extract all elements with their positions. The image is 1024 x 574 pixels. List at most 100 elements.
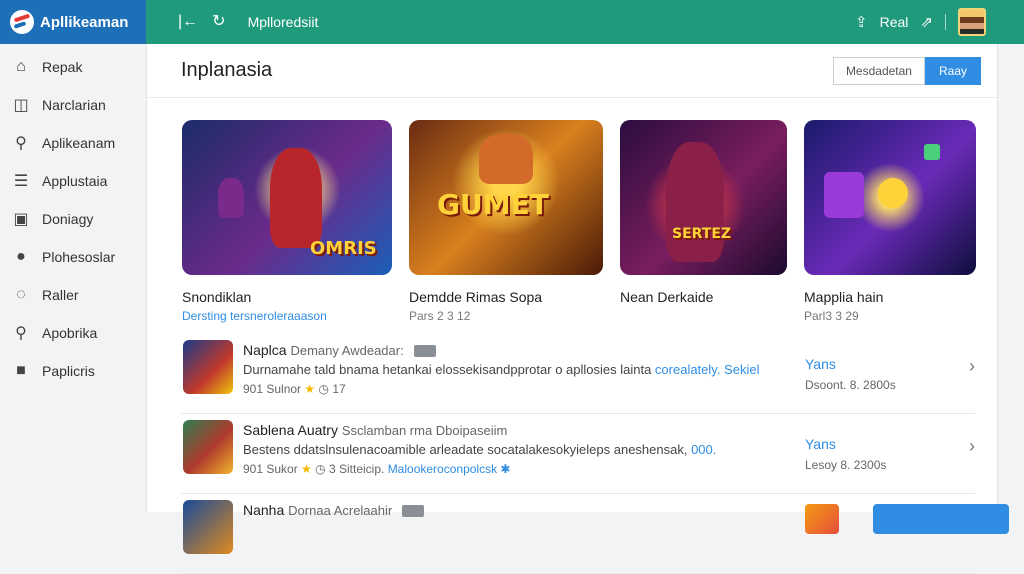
chevron-right-icon[interactable]: › <box>969 436 975 457</box>
secondary-button[interactable]: Mesdadetan <box>832 56 925 85</box>
sidebar-item-label: Raller <box>42 287 79 303</box>
sidebar-item-label: Repak <box>42 59 83 75</box>
featured-card[interactable]: GUMET Demdde Rimas Sopa Pars 2 3 12 <box>409 120 603 323</box>
rating-text: 901 Sukor <box>243 462 298 476</box>
list-item[interactable]: Nanha Dornaa Acrelaahir <box>181 494 1009 574</box>
description-link[interactable]: corealately. Sekiel <box>655 362 760 377</box>
gem-shape <box>878 178 908 208</box>
sidebar-item-label: Apobrika <box>42 325 98 341</box>
sidebar-item-label: Applustaia <box>42 173 108 189</box>
top-right-label[interactable]: Real <box>880 14 909 30</box>
main-header: Inplanasia Mesdadetan Raay <box>147 44 997 98</box>
gem-shape <box>924 144 940 160</box>
app-title: Sablena Auatry <box>243 422 338 438</box>
primary-button[interactable]: Raay <box>924 56 981 85</box>
description-text: Durnamahe tald bnama hetankai elossekisa… <box>243 362 655 377</box>
sidebar-item-7[interactable]: ⚲ Apobrika <box>0 314 146 352</box>
refresh-icon[interactable]: ↻ <box>212 14 225 30</box>
card-art-text: GUMET <box>437 188 549 221</box>
star-icon: ★ <box>304 382 316 396</box>
sidebar-item-6[interactable]: ◌ Raller <box>0 276 146 314</box>
rating-line: 901 Sukor ★ ◷ 3 Sitteicip. Malookeroconp… <box>243 462 510 476</box>
sidebar-item-4[interactable]: ▣ Doniagy <box>0 200 146 238</box>
list-icon: ☰ <box>13 173 29 190</box>
list-item[interactable]: Sablena Auatry Ssclamban rma Dboipaseiim… <box>181 414 975 494</box>
featured-card[interactable]: OMRIS Snondiklan Dersting tersneroleraaa… <box>182 120 392 323</box>
sidebar-item-label: Plohesoslar <box>42 249 116 265</box>
app-name: Apllikeaman <box>40 13 129 31</box>
chevron-right-icon[interactable]: › <box>969 356 975 377</box>
tag-badge <box>413 345 436 358</box>
app-title: Naplca <box>243 342 287 358</box>
user-icon: ● <box>16 248 26 265</box>
card-artwork <box>804 120 976 275</box>
clock-icon: ◷ <box>318 382 329 396</box>
price-label[interactable]: Yans <box>805 356 896 372</box>
app-meta: Ssclamban rma Dboipaseiim <box>341 423 508 438</box>
lock-icon: ■ <box>16 362 26 379</box>
list-item[interactable]: Naplca Demany Awdeadar: Durnamahe tald b… <box>181 334 975 414</box>
sidebar-item-0[interactable]: ⌂ Repak <box>0 48 146 86</box>
sidebar-item-3[interactable]: ☰ Applustaia <box>0 162 146 200</box>
magnifier-icon: ⚲ <box>15 325 27 342</box>
row-title-line: Naplca Demany Awdeadar: <box>243 342 436 358</box>
star-icon: ★ <box>301 462 312 476</box>
price-label[interactable]: Yans <box>805 436 886 452</box>
app-thumbnail <box>183 340 233 394</box>
card-artwork: SERTEZ <box>620 120 787 275</box>
description-link[interactable]: 000. <box>691 442 716 457</box>
main-panel: Inplanasia Mesdadetan Raay OMRIS Snondik… <box>146 44 1009 574</box>
app-logo-icon <box>10 10 34 34</box>
app-meta: Dornaa Acrelaahir <box>288 503 393 518</box>
card-subtitle[interactable]: Dersting tersneroleraaason <box>182 309 392 323</box>
upload-icon[interactable]: ⇪ <box>855 13 868 31</box>
card-artwork: GUMET <box>409 120 603 275</box>
sidebar-item-label: Aplikeanam <box>42 135 116 151</box>
page-breadcrumb: Mplloredsiit <box>247 14 319 30</box>
card-subtitle: Parl3 3 29 <box>804 309 859 323</box>
nav-controls: |← ↻ <box>178 14 226 30</box>
sidebar-item-8[interactable]: ■ Paplicris <box>0 352 146 390</box>
meta-link[interactable]: Malookeroconpolcsk <box>388 462 497 476</box>
page-title: Inplanasia <box>181 59 273 81</box>
app-description: Durnamahe tald bnama hetankai elossekisa… <box>243 362 759 377</box>
row-title-line: Nanha Dornaa Acrelaahir <box>243 502 425 518</box>
user-avatar[interactable] <box>958 8 986 36</box>
install-button[interactable] <box>873 504 1009 534</box>
tag-badge <box>402 505 425 518</box>
card-title: Demdde Rimas Sopa <box>409 289 543 305</box>
search-icon: ⚲ <box>15 135 27 152</box>
wallet-icon: ▣ <box>13 211 29 228</box>
app-description: Bestens ddatslnsulenacoamible arleadate … <box>243 442 716 457</box>
featured-card[interactable]: SERTEZ Nean Derkaide <box>620 120 787 309</box>
header-buttons: Mesdadetan Raay <box>832 56 981 85</box>
sidebar-item-5[interactable]: ● Plohesoslar <box>0 238 146 276</box>
app-meta: Demany Awdeadar: <box>290 343 404 358</box>
share-small-icon: ✱ <box>500 462 511 476</box>
app-thumbnail <box>183 500 233 554</box>
row-title-line: Sablena Auatry Ssclamban rma Dboipaseiim <box>243 422 507 438</box>
price-block: Yans Dsoont. 8. 2800s <box>805 356 896 392</box>
featured-card[interactable]: Mapplia hain Parl3 3 29 <box>804 120 976 323</box>
sidebar-item-label: Doniagy <box>42 211 94 227</box>
chat-icon: ◌ <box>16 286 26 303</box>
card-title: Nean Derkaide <box>620 289 714 305</box>
share-icon[interactable]: ⇗ <box>920 13 933 31</box>
sidebar-item-1[interactable]: ◫ Narclarian <box>0 86 146 124</box>
top-bar: Apllikeaman |← ↻ Mplloredsiit ⇪ Real ⇗ <box>0 0 1024 44</box>
app-brand[interactable]: Apllikeaman <box>0 0 146 44</box>
rating-line: 901 Sulnor ★ ◷ 17 <box>243 382 346 396</box>
app-thumbnail <box>183 420 233 474</box>
gem-shape <box>824 172 864 218</box>
chart-icon: ◫ <box>13 97 29 114</box>
back-arrow-icon[interactable]: |← <box>178 14 198 30</box>
sidebar-item-2[interactable]: ⚲ Aplikeanam <box>0 124 146 162</box>
card-art-text: OMRIS <box>310 238 377 259</box>
card-artwork: OMRIS <box>182 120 392 275</box>
card-title: Snondiklan <box>182 289 252 305</box>
app-title: Nanha <box>243 502 285 518</box>
sidebar-item-label: Paplicris <box>42 363 95 379</box>
divider <box>945 14 946 30</box>
card-title: Mapplia hain <box>804 289 884 305</box>
app-thumbnail-small <box>805 504 839 534</box>
